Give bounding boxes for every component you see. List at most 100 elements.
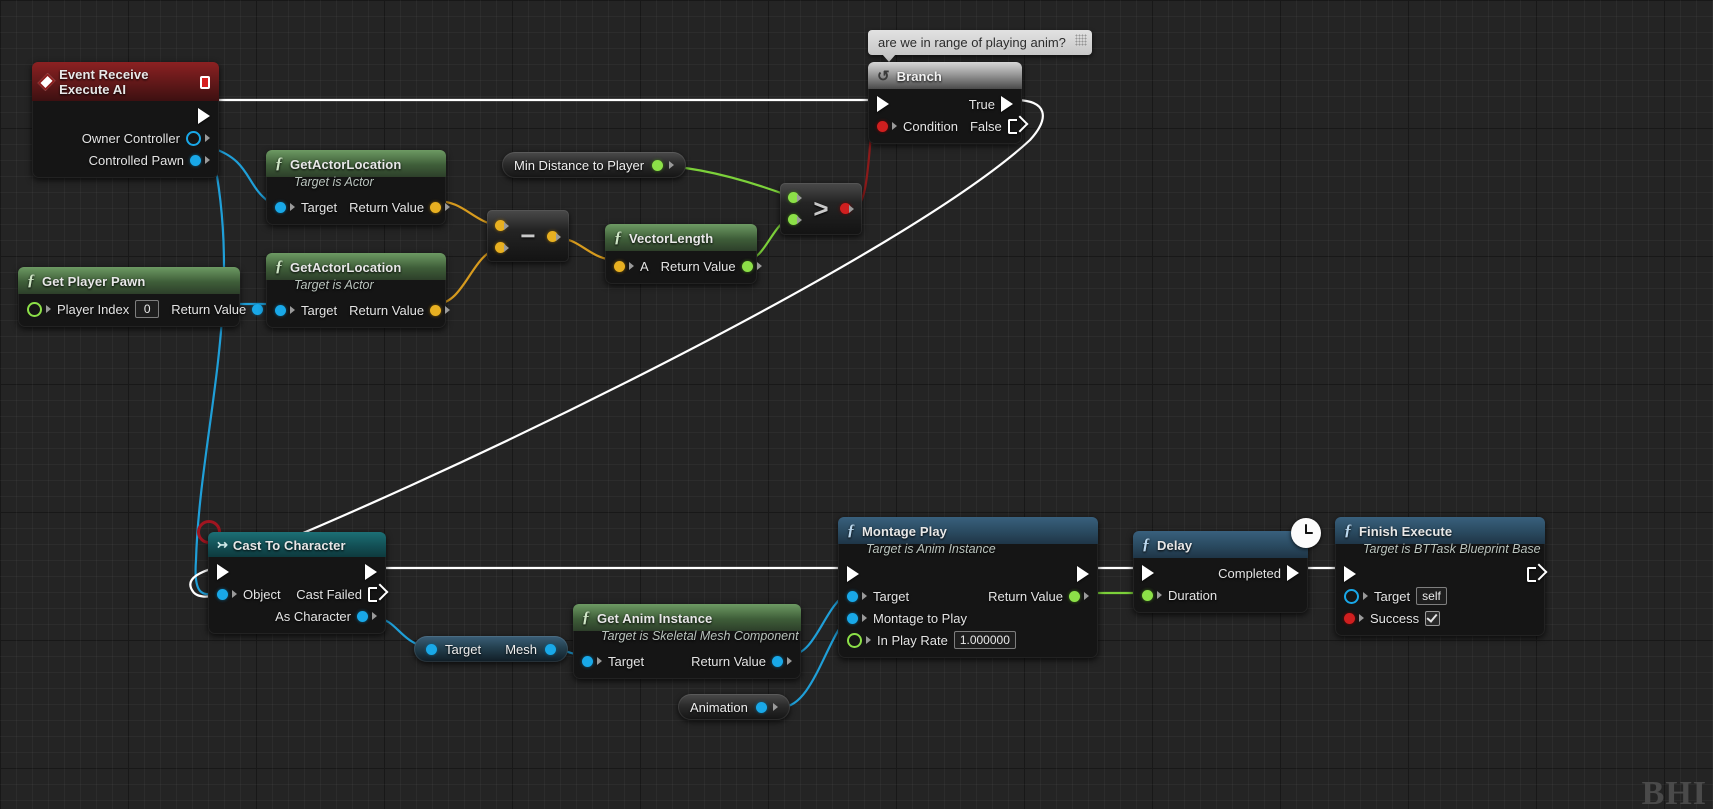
finish-exec-row[interactable] [1335, 563, 1545, 585]
node-get-actor-location-1[interactable]: ƒ GetActorLocation Target is Actor Targe… [266, 150, 451, 225]
object-pin-icon[interactable] [582, 655, 593, 667]
node-get-actor-location-2[interactable]: ƒ GetActorLocation Target is Actor Targe… [266, 253, 451, 328]
float-pin-icon[interactable] [1069, 590, 1080, 602]
exec-in-pin[interactable] [847, 566, 859, 582]
node-vector-length[interactable]: ƒ VectorLength A Return Value [605, 224, 762, 284]
montage-exec-row[interactable] [838, 563, 1098, 585]
object-pin-icon[interactable] [545, 643, 556, 655]
stop-square-icon[interactable] [199, 75, 210, 89]
vector-pin-icon[interactable] [430, 304, 442, 316]
node-montage-play[interactable]: ƒ Montage Play Target is Anim Instance T… [838, 517, 1098, 658]
object-pin-icon[interactable] [426, 643, 437, 655]
pin-controlled-pawn[interactable]: Controlled Pawn [32, 149, 219, 171]
exec-in-pin[interactable] [1344, 566, 1356, 582]
float-pin-icon[interactable] [847, 632, 862, 648]
node-event-receive-execute-ai[interactable]: Event Receive Execute AI Owner Controlle… [32, 62, 219, 178]
pin-arrow-icon [772, 703, 778, 711]
object-pin-icon[interactable] [847, 590, 858, 602]
vector-pin-icon[interactable] [430, 201, 442, 213]
exec-in-pin[interactable] [217, 564, 229, 580]
pin-object[interactable]: Object Cast Failed [208, 583, 386, 605]
pin-target[interactable]: Target Return Value [573, 650, 801, 672]
event-diamond-icon [37, 73, 56, 91]
exec-out-cast-failed-pin[interactable] [368, 586, 377, 602]
pin-target[interactable]: Target Return Value [266, 196, 451, 218]
node-title: Delay [1157, 537, 1193, 553]
node-subtitle: Target is Skeletal Mesh Component [601, 629, 799, 643]
cast-exec-row[interactable] [208, 561, 386, 583]
float-pin-icon[interactable] [741, 260, 753, 272]
exec-out-pin[interactable] [365, 564, 377, 580]
object-pin-icon[interactable] [1344, 588, 1359, 604]
object-pin-icon[interactable] [275, 201, 286, 213]
pin-label: Completed [1218, 565, 1281, 581]
exec-out-pin[interactable] [1077, 566, 1089, 582]
pin-arrow-icon [629, 262, 634, 270]
pin-target[interactable]: Target Return Value [266, 299, 451, 321]
pin-target[interactable]: Target Return Value [838, 585, 1098, 607]
node-greater-than[interactable]: > [780, 183, 862, 235]
function-f-icon: ƒ [847, 522, 855, 539]
pin-duration[interactable]: Duration [1133, 584, 1308, 606]
object-pin-icon[interactable] [186, 130, 201, 146]
pin-arrow-icon [862, 614, 867, 622]
cast-arrow-icon: ↣ [217, 537, 228, 552]
in-play-rate-value[interactable]: 1.000000 [953, 631, 1016, 649]
pin-a[interactable]: A Return Value [605, 255, 762, 277]
pin-target[interactable]: Target self [1335, 585, 1545, 607]
node-get-player-pawn[interactable]: ƒ Get Player Pawn Player Index 0 Return … [18, 267, 273, 327]
exec-in-pin[interactable] [1142, 565, 1154, 581]
exec-out-completed-pin[interactable] [1287, 565, 1299, 581]
node-body: Target Return Value [266, 192, 451, 225]
pin-in-play-rate[interactable]: In Play Rate 1.000000 [838, 629, 1098, 651]
function-f-icon: ƒ [27, 272, 35, 289]
comment-bubble[interactable]: are we in range of playing anim? [868, 30, 1092, 62]
success-checkbox[interactable] [1425, 610, 1441, 626]
exec-out-pin[interactable] [198, 108, 210, 124]
exec-out-false-pin[interactable] [1007, 118, 1017, 134]
object-pin-icon[interactable] [252, 303, 264, 315]
exec-out-true-pin[interactable] [1001, 96, 1013, 112]
pin-player-index[interactable]: Player Index 0 Return Value [18, 298, 273, 320]
branch-true-row[interactable]: True [868, 93, 1022, 115]
object-pin-icon[interactable] [772, 655, 783, 667]
node-subtract[interactable]: − [487, 210, 569, 262]
node-animation-variable[interactable]: Animation [678, 694, 790, 720]
bool-pin-icon[interactable] [877, 120, 888, 132]
object-pin-icon[interactable] [275, 304, 286, 316]
comment-text: are we in range of playing anim? [878, 35, 1066, 50]
watermark-text: BHI [1641, 775, 1707, 809]
pin-owner-controller[interactable]: Owner Controller [32, 127, 219, 149]
node-get-anim-instance[interactable]: ƒ Get Anim Instance Target is Skeletal M… [573, 604, 801, 679]
player-index-value[interactable]: 0 [135, 300, 160, 318]
blueprint-graph-canvas[interactable]: are we in range of playing anim? Event R… [0, 0, 1713, 809]
node-branch[interactable]: ↺ Branch True Condition False [868, 62, 1022, 144]
object-pin-icon[interactable] [217, 588, 228, 600]
pin-success[interactable]: Success [1335, 607, 1545, 629]
object-pin-icon[interactable] [190, 154, 201, 166]
object-pin-icon[interactable] [847, 612, 858, 624]
float-pin-icon[interactable] [652, 159, 664, 171]
branch-false-row[interactable]: Condition False [868, 115, 1022, 137]
vector-pin-icon[interactable] [614, 260, 625, 272]
float-pin-icon[interactable] [1142, 589, 1153, 601]
node-header: ƒ GetActorLocation [266, 150, 446, 177]
comment-grip-icon[interactable] [1074, 34, 1087, 46]
pin-montage-to-play[interactable]: Montage to Play [838, 607, 1098, 629]
bool-pin-icon[interactable] [1344, 612, 1355, 624]
node-header: ↣ Cast To Character [208, 532, 386, 557]
target-self-value[interactable]: self [1416, 587, 1447, 605]
node-min-distance-to-player[interactable]: Min Distance to Player [502, 152, 687, 178]
exec-out-pin[interactable] [1527, 566, 1536, 582]
object-pin-icon[interactable] [357, 610, 368, 622]
node-cast-to-character[interactable]: ↣ Cast To Character Object Cast Failed A… [208, 532, 386, 634]
node-mesh-getter[interactable]: Target Mesh [414, 636, 568, 662]
node-finish-execute[interactable]: ƒ Finish Execute Target is BTTask Bluepr… [1335, 517, 1545, 636]
int-pin-icon[interactable] [27, 301, 42, 317]
object-pin-icon[interactable] [755, 701, 767, 713]
delay-exec-row[interactable]: Completed [1133, 562, 1308, 584]
pin-as-character[interactable]: As Character [208, 605, 386, 627]
exec-in-pin[interactable] [877, 96, 889, 112]
node-delay[interactable]: ƒ Delay Completed Duration [1133, 531, 1308, 613]
exec-out-row[interactable] [32, 105, 219, 127]
